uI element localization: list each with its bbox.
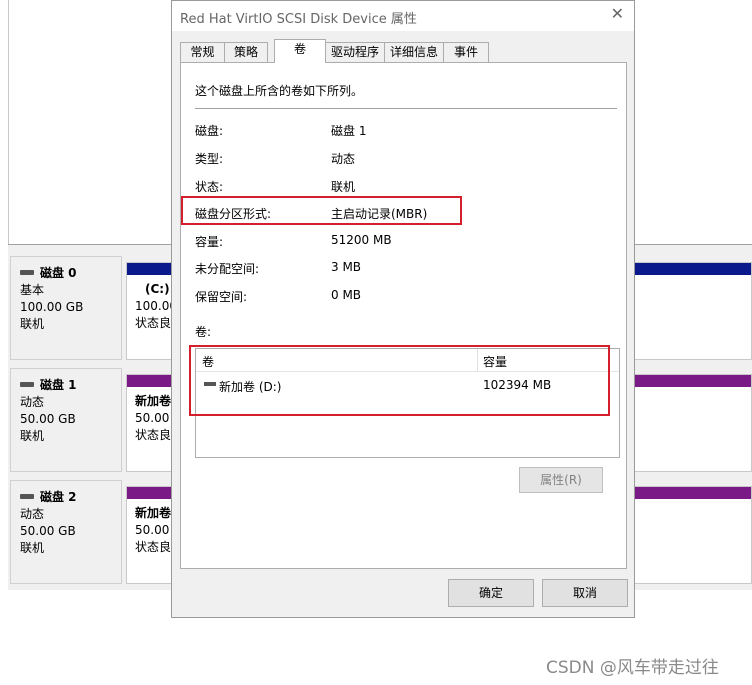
tab-volumes[interactable]: 卷	[274, 39, 326, 63]
disk-size: 100.00 GB	[20, 300, 84, 314]
tab-driver[interactable]: 驱动程序	[325, 42, 385, 62]
volumes-label: 卷:	[195, 325, 212, 339]
type-label: 类型:	[195, 152, 224, 166]
tab-events[interactable]: 事件	[443, 42, 489, 62]
partition-title: 新加卷	[135, 394, 172, 408]
disk-properties-dialog: Red Hat VirtIO SCSI Disk Device 属性 ✕ 常规 …	[171, 0, 635, 618]
disk-name: 磁盘 1	[40, 378, 77, 392]
dialog-title: Red Hat VirtIO SCSI Disk Device 属性	[180, 12, 417, 27]
highlight-volumes-list	[189, 345, 610, 416]
volumes-tab-panel: 这个磁盘上所含的卷如下所列。 磁盘: 磁盘 1 类型: 动态 状态: 联机 磁盘…	[180, 62, 627, 569]
disk-type: 动态	[20, 395, 45, 409]
capacity-label: 容量:	[195, 235, 224, 249]
ok-button[interactable]: 确定	[448, 579, 534, 607]
status-value: 联机	[331, 180, 356, 194]
disk-size: 50.00 GB	[20, 524, 76, 538]
disk-type: 动态	[20, 507, 45, 521]
tab-general[interactable]: 常规	[180, 42, 225, 62]
reserved-label: 保留空间:	[195, 290, 248, 304]
partition-status: 状态良	[135, 428, 172, 442]
disk-label: 磁盘:	[195, 124, 224, 138]
volume-properties-button[interactable]: 属性(R)	[519, 467, 603, 493]
divider	[195, 108, 617, 109]
dialog-titlebar[interactable]: Red Hat VirtIO SCSI Disk Device 属性 ✕	[172, 1, 634, 31]
cancel-button[interactable]: 取消	[542, 579, 628, 607]
disk-label[interactable]: 磁盘 0 基本 100.00 GB 联机	[10, 256, 122, 360]
unallocated-value: 3 MB	[331, 260, 362, 274]
disk-name: 磁盘 0	[40, 266, 77, 280]
disk-type: 基本	[20, 283, 45, 297]
type-value: 动态	[331, 152, 356, 166]
disk-label[interactable]: 磁盘 2 动态 50.00 GB 联机	[10, 480, 122, 584]
tab-policies[interactable]: 策略	[224, 42, 268, 62]
unallocated-label: 未分配空间:	[195, 262, 260, 276]
disk-size: 50.00 GB	[20, 412, 76, 426]
reserved-value: 0 MB	[331, 288, 362, 302]
disk-value: 磁盘 1	[331, 124, 367, 138]
disk-icon	[20, 270, 34, 275]
disk-icon	[20, 494, 34, 499]
partition-size: 50.00	[135, 523, 170, 537]
disk-status: 联机	[20, 429, 45, 443]
capacity-value: 51200 MB	[331, 233, 392, 247]
partition-title: 新加卷	[135, 506, 172, 520]
disk-label[interactable]: 磁盘 1 动态 50.00 GB 联机	[10, 368, 122, 472]
partition-size: 50.00	[135, 411, 170, 425]
disk-name: 磁盘 2	[40, 490, 77, 504]
partition-status: 状态良	[135, 540, 172, 554]
tab-details[interactable]: 详细信息	[384, 42, 444, 62]
watermark: CSDN @风车带走过往	[546, 658, 719, 678]
close-icon[interactable]: ✕	[611, 6, 624, 22]
disk-status: 联机	[20, 317, 45, 331]
volumes-description: 这个磁盘上所含的卷如下所列。	[195, 84, 364, 98]
highlight-partition-style	[181, 196, 462, 225]
disk-icon	[20, 382, 34, 387]
status-label: 状态:	[195, 180, 224, 194]
disk-status: 联机	[20, 541, 45, 555]
